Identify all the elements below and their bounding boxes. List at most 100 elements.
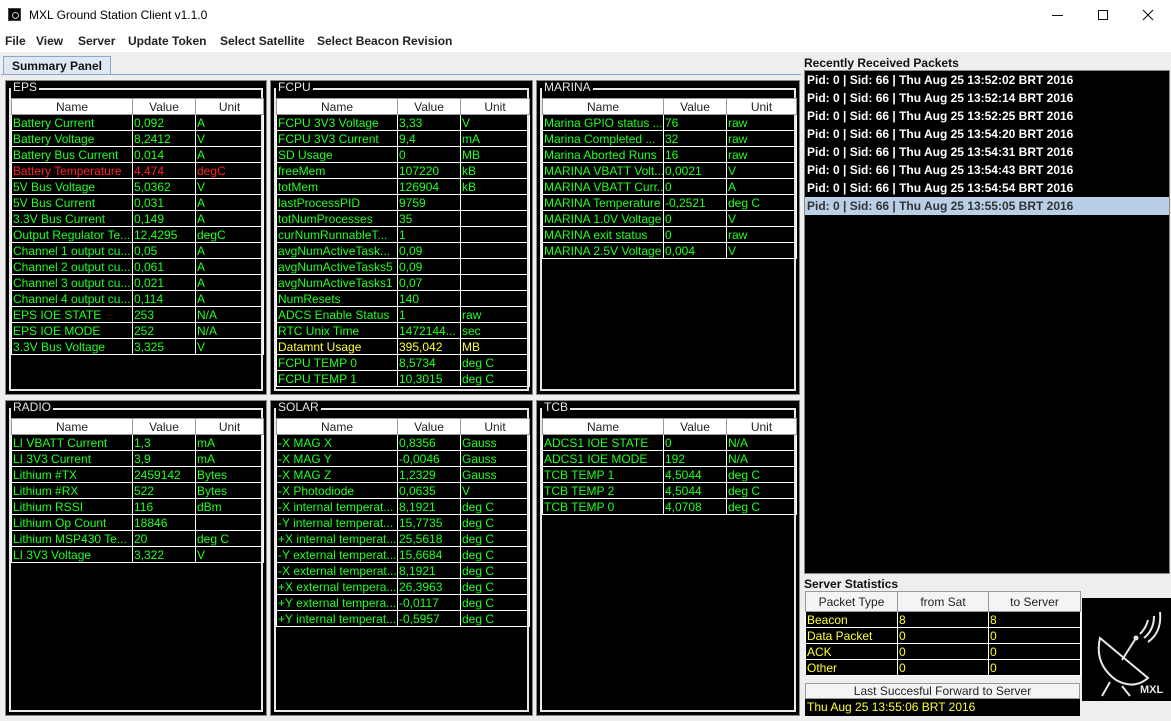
table-row[interactable]: MARINA exit status 0 raw: [542, 226, 797, 243]
packet-list-item[interactable]: Pid: 0 | Sid: 66 | Thu Aug 25 13:52:02 B…: [805, 71, 1169, 89]
close-button[interactable]: [1125, 0, 1171, 30]
table-row[interactable]: Lithium RSSI 116 dBm: [11, 498, 264, 515]
table-row[interactable]: +X internal temperat... 25,5618 deg C: [276, 530, 530, 547]
table-row[interactable]: -Y internal temperat... 15,7735 deg C: [276, 514, 530, 531]
table-row[interactable]: avgNumActiveTask... 0,09: [276, 242, 530, 259]
table-row[interactable]: +Y external tempera... -0,0117 deg C: [276, 594, 530, 611]
maximize-button[interactable]: [1080, 0, 1126, 30]
table-row[interactable]: FCPU 3V3 Current 9,4 mA: [276, 130, 530, 147]
column-header-unit[interactable]: Unit: [460, 418, 530, 435]
table-row[interactable]: lastProcessPID 9759: [276, 194, 530, 211]
table-row[interactable]: -X MAG Z 1,2329 Gauss: [276, 466, 530, 483]
column-header-unit[interactable]: Unit: [726, 98, 797, 115]
column-header-name[interactable]: Name: [542, 418, 664, 435]
table-row[interactable]: Output Regulator Te... 12,4295 degC: [11, 226, 264, 243]
packet-list-item[interactable]: Pid: 0 | Sid: 66 | Thu Aug 25 13:54:43 B…: [805, 161, 1169, 179]
table-row[interactable]: TCB TEMP 1 4,5044 deg C: [542, 466, 797, 483]
column-header-name[interactable]: Name: [276, 98, 398, 115]
menu-select-satellite[interactable]: Select Satellite: [220, 34, 305, 48]
stats-row[interactable]: Other 0 0: [805, 659, 1081, 676]
column-header[interactable]: to Server: [988, 591, 1081, 612]
column-header-unit[interactable]: Unit: [195, 98, 264, 115]
table-row[interactable]: EPS IOE MODE 252 N/A: [11, 322, 264, 339]
table-row[interactable]: Battery Current 0,092 A: [11, 114, 264, 131]
table-row[interactable]: Channel 3 output cu... 0,021 A: [11, 274, 264, 291]
packet-list-item[interactable]: Pid: 0 | Sid: 66 | Thu Aug 25 13:55:05 B…: [805, 197, 1169, 215]
column-header-value[interactable]: Value: [663, 418, 727, 435]
table-row[interactable]: ADCS Enable Status 1 raw: [276, 306, 530, 323]
table-row[interactable]: -X external temperat... 8,1921 deg C: [276, 562, 530, 579]
table-row[interactable]: ADCS1 IOE MODE 192 N/A: [542, 450, 797, 467]
column-header-name[interactable]: Name: [11, 418, 133, 435]
table-row[interactable]: TCB TEMP 2 4,5044 deg C: [542, 482, 797, 499]
minimize-button[interactable]: [1034, 0, 1080, 30]
packet-list-item[interactable]: Pid: 0 | Sid: 66 | Thu Aug 25 13:52:14 B…: [805, 89, 1169, 107]
table-row[interactable]: 3.3V Bus Current 0,149 A: [11, 210, 264, 227]
column-header-value[interactable]: Value: [132, 98, 196, 115]
table-row[interactable]: 3.3V Bus Voltage 3,325 V: [11, 338, 264, 355]
stats-row[interactable]: Data Packet 0 0: [805, 627, 1081, 644]
menu-select-beacon-revision[interactable]: Select Beacon Revision: [317, 34, 452, 48]
table-row[interactable]: ADCS1 IOE STATE 0 N/A: [542, 434, 797, 451]
table-row[interactable]: Marina GPIO status ... 76 raw: [542, 114, 797, 131]
packet-list-item[interactable]: Pid: 0 | Sid: 66 | Thu Aug 25 13:54:20 B…: [805, 125, 1169, 143]
table-row[interactable]: Datamnt Usage 395,042 MB: [276, 338, 530, 355]
column-header-value[interactable]: Value: [397, 98, 461, 115]
table-row[interactable]: Battery Temperature 4,474 degC: [11, 162, 264, 179]
tab-summary-panel[interactable]: Summary Panel: [3, 56, 111, 75]
table-row[interactable]: curNumRunnableT... 1: [276, 226, 530, 243]
table-row[interactable]: LI VBATT Current 1,3 mA: [11, 434, 264, 451]
table-row[interactable]: NumResets 140: [276, 290, 530, 307]
table-row[interactable]: Channel 4 output cu... 0,114 A: [11, 290, 264, 307]
packet-list-item[interactable]: Pid: 0 | Sid: 66 | Thu Aug 25 13:52:25 B…: [805, 107, 1169, 125]
table-row[interactable]: -X MAG X 0,8356 Gauss: [276, 434, 530, 451]
column-header-unit[interactable]: Unit: [195, 418, 264, 435]
table-row[interactable]: Marina Completed ... 32 raw: [542, 130, 797, 147]
menu-file[interactable]: File: [5, 34, 26, 48]
packets-list[interactable]: Pid: 0 | Sid: 66 | Thu Aug 25 13:52:02 B…: [804, 70, 1170, 574]
table-row[interactable]: FCPU TEMP 0 8,5734 deg C: [276, 354, 530, 371]
column-header-value[interactable]: Value: [663, 98, 727, 115]
table-row[interactable]: avgNumActiveTasks5 0,09: [276, 258, 530, 275]
table-row[interactable]: MARINA VBATT Curr... 0 A: [542, 178, 797, 195]
table-row[interactable]: Channel 1 output cu... 0,05 A: [11, 242, 264, 259]
table-row[interactable]: +Y internal temperat... -0,5957 deg C: [276, 610, 530, 627]
column-header-name[interactable]: Name: [542, 98, 664, 115]
table-row[interactable]: Lithium #TX 2459142 Bytes: [11, 466, 264, 483]
column-header-value[interactable]: Value: [397, 418, 461, 435]
table-row[interactable]: RTC Unix Time 1472144... sec: [276, 322, 530, 339]
table-row[interactable]: Battery Voltage 8,2412 V: [11, 130, 264, 147]
table-row[interactable]: Lithium Op Count 18846: [11, 514, 264, 531]
table-row[interactable]: Marina Aborted Runs 16 raw: [542, 146, 797, 163]
column-header[interactable]: from Sat: [897, 591, 989, 612]
table-row[interactable]: LI 3V3 Current 3,9 mA: [11, 450, 264, 467]
table-row[interactable]: -X MAG Y -0,0046 Gauss: [276, 450, 530, 467]
packet-list-item[interactable]: Pid: 0 | Sid: 66 | Thu Aug 25 13:54:31 B…: [805, 143, 1169, 161]
table-row[interactable]: TCB TEMP 0 4,0708 deg C: [542, 498, 797, 515]
column-header-name[interactable]: Name: [276, 418, 398, 435]
column-header-unit[interactable]: Unit: [460, 98, 530, 115]
table-row[interactable]: FCPU 3V3 Voltage 3,33 V: [276, 114, 530, 131]
table-row[interactable]: 5V Bus Voltage 5,0362 V: [11, 178, 264, 195]
table-row[interactable]: MARINA 1.0V Voltage 0 V: [542, 210, 797, 227]
table-row[interactable]: totNumProcesses 35: [276, 210, 530, 227]
table-row[interactable]: MARINA 2.5V Voltage 0,004 V: [542, 242, 797, 259]
table-row[interactable]: MARINA VBATT Volt... 0,0021 V: [542, 162, 797, 179]
column-header-unit[interactable]: Unit: [726, 418, 797, 435]
menu-server[interactable]: Server: [78, 34, 115, 48]
table-row[interactable]: -Y external temperat... 15,6684 deg C: [276, 546, 530, 563]
table-row[interactable]: EPS IOE STATE 253 N/A: [11, 306, 264, 323]
table-row[interactable]: Battery Bus Current 0,014 A: [11, 146, 264, 163]
table-row[interactable]: FCPU TEMP 1 10,3015 deg C: [276, 370, 530, 387]
table-row[interactable]: avgNumActiveTasks1 0,07: [276, 274, 530, 291]
table-row[interactable]: totMem 126904 kB: [276, 178, 530, 195]
column-header[interactable]: Packet Type: [805, 591, 898, 612]
table-row[interactable]: Lithium #RX 522 Bytes: [11, 482, 264, 499]
table-row[interactable]: 5V Bus Current 0,031 A: [11, 194, 264, 211]
table-row[interactable]: freeMem 107220 kB: [276, 162, 530, 179]
table-row[interactable]: SD Usage 0 MB: [276, 146, 530, 163]
table-row[interactable]: +X external tempera... 26,3963 deg C: [276, 578, 530, 595]
table-row[interactable]: -X internal temperat... 8,1921 deg C: [276, 498, 530, 515]
table-row[interactable]: LI 3V3 Voltage 3,322 V: [11, 546, 264, 563]
column-header-name[interactable]: Name: [11, 98, 133, 115]
